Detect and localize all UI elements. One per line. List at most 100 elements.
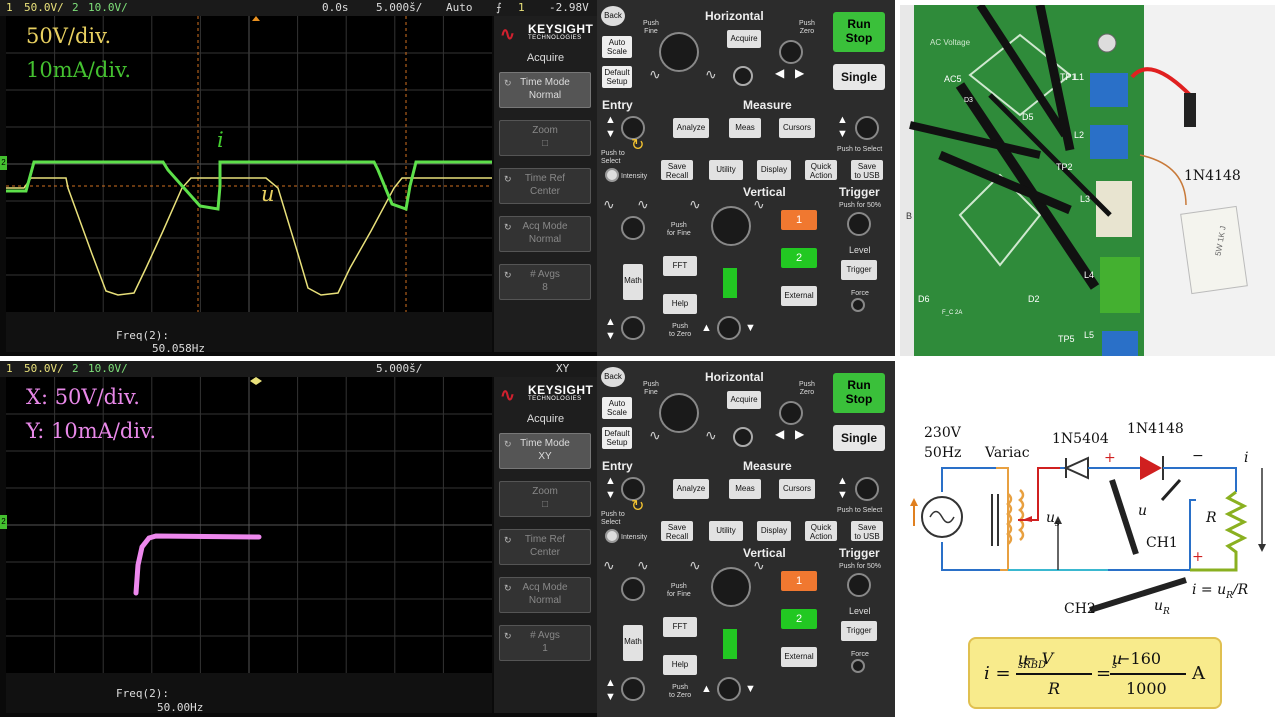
vertical-up-icon[interactable]: ▲ bbox=[701, 322, 712, 334]
math-button[interactable]: Math bbox=[623, 625, 643, 661]
trigger-level-knob[interactable] bbox=[847, 212, 871, 236]
ch2-scale[interactable]: 10.0V/ bbox=[88, 1, 128, 14]
softkey-zoom[interactable]: Zoom □ bbox=[499, 481, 591, 517]
ch2-scale[interactable]: 10.0V/ bbox=[88, 362, 128, 375]
vertical-up-icon[interactable]: ▲ bbox=[701, 683, 712, 695]
display-button[interactable]: Display bbox=[757, 160, 791, 180]
trigger-position-marker[interactable] bbox=[252, 16, 260, 21]
force-trigger-button[interactable] bbox=[851, 659, 865, 673]
left-arrow-icon[interactable]: ◀ bbox=[775, 427, 784, 441]
ch2-ground-marker[interactable]: 2 bbox=[0, 515, 7, 529]
entry-down-icon[interactable]: ▼ bbox=[605, 128, 616, 140]
entry-up-icon[interactable]: ▲ bbox=[605, 114, 616, 126]
cursors-button[interactable]: Cursors bbox=[779, 479, 815, 499]
trigger-button[interactable]: Trigger bbox=[841, 260, 877, 280]
utility-button[interactable]: Utility bbox=[709, 521, 743, 541]
softkey-zoom[interactable]: Zoom □ bbox=[499, 120, 591, 156]
math-offset-knob[interactable] bbox=[621, 316, 645, 340]
vertical-scale-knob[interactable] bbox=[711, 567, 751, 607]
math-down-icon[interactable]: ▼ bbox=[605, 330, 616, 342]
softkey-num-avgs[interactable]: ↻ # Avgs 8 bbox=[499, 264, 591, 300]
run-stop-button[interactable]: Run Stop bbox=[833, 12, 885, 52]
vertical-down-icon[interactable]: ▼ bbox=[745, 683, 756, 695]
force-trigger-button[interactable] bbox=[851, 298, 865, 312]
external-button[interactable]: External bbox=[781, 647, 817, 667]
cursors-knob[interactable] bbox=[855, 477, 879, 501]
trigger-level-knob[interactable] bbox=[847, 573, 871, 597]
horizontal-scale-knob[interactable] bbox=[659, 32, 699, 72]
channel-1-button[interactable]: 1 bbox=[781, 571, 817, 591]
entry-down-icon[interactable]: ▼ bbox=[605, 489, 616, 501]
help-button[interactable]: Help bbox=[663, 655, 697, 675]
softkey-time-ref[interactable]: ↻ Time Ref Center bbox=[499, 529, 591, 565]
math-up-icon[interactable]: ▲ bbox=[605, 316, 616, 328]
right-arrow-icon[interactable]: ▶ bbox=[795, 66, 804, 80]
math-offset-knob[interactable] bbox=[621, 677, 645, 701]
quick-action-button[interactable]: Quick Action bbox=[805, 160, 837, 180]
zoom-search-icon[interactable] bbox=[733, 427, 753, 447]
intensity-button[interactable] bbox=[605, 529, 619, 543]
left-arrow-icon[interactable]: ◀ bbox=[775, 66, 784, 80]
delay-readout[interactable]: 0.0s bbox=[322, 1, 349, 14]
math-scale-knob[interactable] bbox=[621, 216, 645, 240]
right-arrow-icon[interactable]: ▶ bbox=[795, 427, 804, 441]
cursor-up-icon[interactable]: ▲ bbox=[837, 475, 848, 487]
run-stop-button[interactable]: Run Stop bbox=[833, 373, 885, 413]
xy-display[interactable]: X: 50V/div. Y: 10mA/div. bbox=[6, 377, 492, 673]
vertical-position-knob[interactable] bbox=[717, 677, 741, 701]
single-button[interactable]: Single bbox=[833, 64, 885, 90]
softkey-time-mode[interactable]: ↻ Time Mode XY bbox=[499, 433, 591, 469]
softkey-acq-mode[interactable]: ↻ Acq Mode Normal bbox=[499, 216, 591, 252]
horizontal-position-knob[interactable] bbox=[779, 401, 803, 425]
vertical-scale-knob[interactable] bbox=[711, 206, 751, 246]
entry-up-icon[interactable]: ▲ bbox=[605, 475, 616, 487]
trigger-button[interactable]: Trigger bbox=[841, 621, 877, 641]
acquire-button[interactable]: Acquire bbox=[727, 30, 761, 48]
softkey-acq-mode[interactable]: ↻ Acq Mode Normal bbox=[499, 577, 591, 613]
cursor-down-icon[interactable]: ▼ bbox=[837, 489, 848, 501]
math-down-icon[interactable]: ▼ bbox=[605, 691, 616, 703]
horizontal-position-knob[interactable] bbox=[779, 40, 803, 64]
cursor-down-icon[interactable]: ▼ bbox=[837, 128, 848, 140]
save-to-usb-button[interactable]: Save to USB bbox=[851, 160, 883, 180]
math-scale-knob[interactable] bbox=[621, 577, 645, 601]
horizontal-scale-knob[interactable] bbox=[659, 393, 699, 433]
softkey-num-avgs[interactable]: ↻ # Avgs 1 bbox=[499, 625, 591, 661]
cursors-button[interactable]: Cursors bbox=[779, 118, 815, 138]
utility-button[interactable]: Utility bbox=[709, 160, 743, 180]
single-button[interactable]: Single bbox=[833, 425, 885, 451]
default-setup-button[interactable]: Default Setup bbox=[602, 427, 632, 449]
meas-button[interactable]: Meas bbox=[729, 118, 761, 138]
save-recall-button[interactable]: Save Recall bbox=[661, 521, 693, 541]
softkey-time-ref[interactable]: ↻ Time Ref Center bbox=[499, 168, 591, 204]
waveform-display[interactable]: 50V/div. 10mA/div. i u bbox=[6, 16, 492, 312]
intensity-button[interactable] bbox=[605, 168, 619, 182]
display-button[interactable]: Display bbox=[757, 521, 791, 541]
math-up-icon[interactable]: ▲ bbox=[605, 677, 616, 689]
fft-button[interactable]: FFT bbox=[663, 256, 697, 276]
acquire-button[interactable]: Acquire bbox=[727, 391, 761, 409]
external-button[interactable]: External bbox=[781, 286, 817, 306]
trigger-level[interactable]: -2.98V bbox=[549, 1, 589, 14]
auto-scale-button[interactable]: Auto Scale bbox=[602, 36, 632, 58]
channel-1-button[interactable]: 1 bbox=[781, 210, 817, 230]
save-to-usb-button[interactable]: Save to USB bbox=[851, 521, 883, 541]
zoom-search-icon[interactable] bbox=[733, 66, 753, 86]
math-button[interactable]: Math bbox=[623, 264, 643, 300]
back-button[interactable]: Back bbox=[601, 367, 625, 387]
timebase-readout[interactable]: 5.000š/ bbox=[376, 362, 422, 375]
fft-button[interactable]: FFT bbox=[663, 617, 697, 637]
save-recall-button[interactable]: Save Recall bbox=[661, 160, 693, 180]
auto-scale-button[interactable]: Auto Scale bbox=[602, 397, 632, 419]
meas-button[interactable]: Meas bbox=[729, 479, 761, 499]
channel-2-button[interactable]: 2 bbox=[781, 248, 817, 268]
ch2-ground-marker[interactable]: 2 bbox=[0, 156, 7, 170]
default-setup-button[interactable]: Default Setup bbox=[602, 66, 632, 88]
vertical-down-icon[interactable]: ▼ bbox=[745, 322, 756, 334]
analyze-button[interactable]: Analyze bbox=[673, 479, 709, 499]
back-button[interactable]: Back bbox=[601, 6, 625, 26]
cursors-knob[interactable] bbox=[855, 116, 879, 140]
ch1-scale[interactable]: 50.0V/ bbox=[24, 362, 64, 375]
ch1-position-marker[interactable] bbox=[250, 377, 262, 385]
help-button[interactable]: Help bbox=[663, 294, 697, 314]
